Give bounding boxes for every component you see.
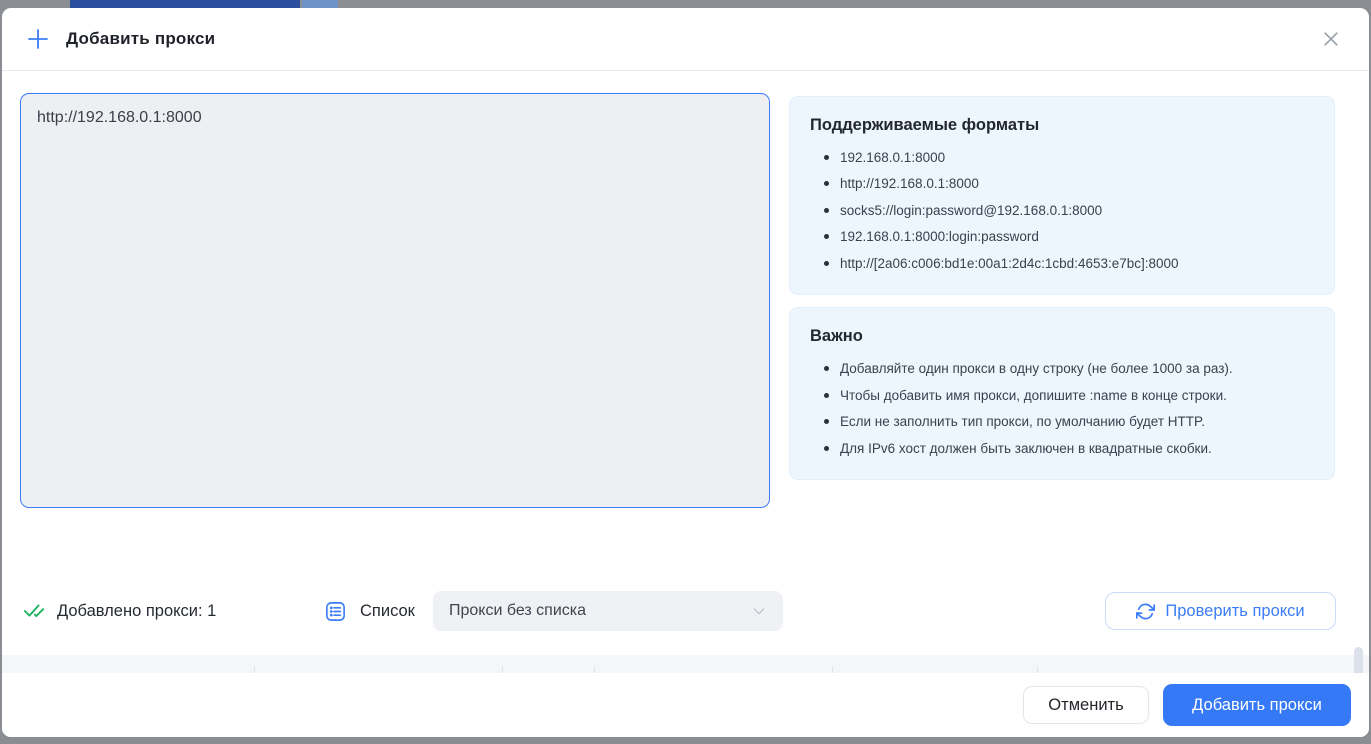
format-item: 192.168.0.1:8000 xyxy=(824,148,1314,167)
proxy-list-select-value: Прокси без списка xyxy=(449,602,586,620)
proxy-list-textarea[interactable]: http://192.168.0.1:8000 xyxy=(20,93,770,508)
help-column: Поддерживаемые форматы 192.168.0.1:8000 … xyxy=(789,96,1335,492)
check-proxies-button[interactable]: Проверить прокси xyxy=(1105,592,1336,630)
important-item: Чтобы добавить имя прокси, допишите :nam… xyxy=(824,386,1314,405)
important-item: Для IPv6 хост должен быть заключен в ква… xyxy=(824,439,1314,458)
close-icon xyxy=(1321,29,1341,49)
important-panel: Важно Добавляйте один прокси в одну стро… xyxy=(789,307,1335,480)
supported-formats-list: 192.168.0.1:8000 http://192.168.0.1:8000… xyxy=(810,148,1314,273)
cancel-button[interactable]: Отменить xyxy=(1023,686,1149,724)
modal-header: Добавить прокси xyxy=(2,8,1369,71)
format-item: socks5://login:password@192.168.0.1:8000 xyxy=(824,201,1314,220)
format-item: 192.168.0.1:8000:login:password xyxy=(824,227,1314,246)
important-title: Важно xyxy=(810,327,1314,346)
refresh-icon xyxy=(1136,602,1155,621)
submit-add-proxies-button[interactable]: Добавить прокси xyxy=(1163,684,1351,726)
list-icon xyxy=(324,600,347,623)
important-list: Добавляйте один прокси в одну строку (не… xyxy=(810,359,1314,458)
list-group: Список xyxy=(324,591,415,631)
chevron-down-icon xyxy=(751,603,767,619)
proxy-list-select[interactable]: Прокси без списка xyxy=(433,591,783,631)
double-check-icon xyxy=(23,600,45,622)
format-item: http://192.168.0.1:8000 xyxy=(824,174,1314,193)
list-label: Список xyxy=(360,602,415,621)
modal-title: Добавить прокси xyxy=(66,29,215,49)
close-button[interactable] xyxy=(1317,25,1345,53)
supported-formats-title: Поддерживаемые форматы xyxy=(810,116,1314,135)
format-item: http://[2a06:c006:bd1e:00a1:2d4c:1cbd:46… xyxy=(824,254,1314,273)
check-proxies-label: Проверить прокси xyxy=(1165,602,1304,621)
modal-footer: Отменить Добавить прокси xyxy=(2,673,1369,737)
important-item: Если не заполнить тип прокси, по умолчан… xyxy=(824,412,1314,431)
supported-formats-panel: Поддерживаемые форматы 192.168.0.1:8000 … xyxy=(789,96,1335,295)
added-proxies-label: Добавлено прокси: 1 xyxy=(57,602,216,621)
add-proxy-modal: Добавить прокси http://192.168.0.1:8000 … xyxy=(2,8,1369,737)
important-item: Добавляйте один прокси в одну строку (не… xyxy=(824,359,1314,378)
added-proxies-status: Добавлено прокси: 1 xyxy=(23,591,216,631)
plus-icon xyxy=(26,27,50,51)
modal-body: http://192.168.0.1:8000 Поддерживаемые ф… xyxy=(2,71,1369,673)
status-bar: Добавлено прокси: 1 Список Прокси без сп… xyxy=(2,591,1369,631)
